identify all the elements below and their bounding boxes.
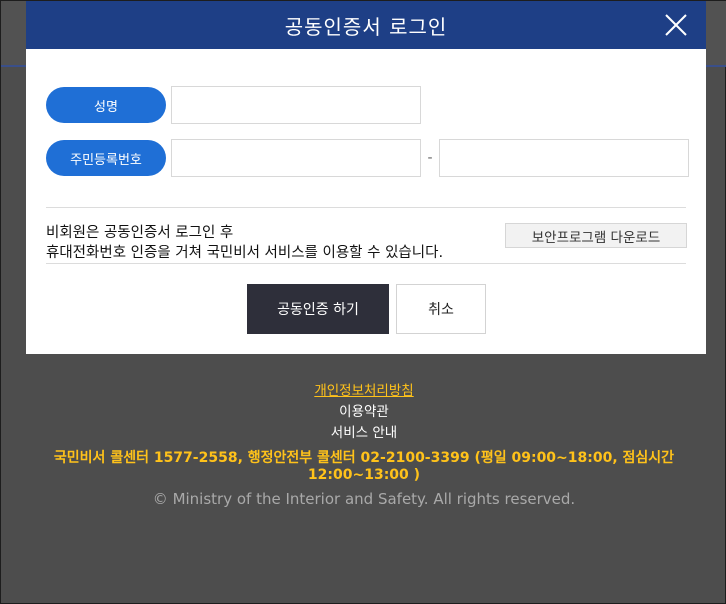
info-line-2: 휴대전화번호 인증을 거쳐 국민비서 서비스를 이용할 수 있습니다.: [46, 245, 444, 261]
name-label: 성명: [46, 87, 166, 123]
rrn-separator: -: [427, 150, 433, 166]
rrn-row: 주민등록번호 -: [46, 139, 689, 177]
privacy-policy-link[interactable]: 개인정보처리방침: [1, 381, 726, 402]
cancel-button[interactable]: 취소: [396, 284, 486, 334]
site-footer: 개인정보처리방침 이용약관 서비스 안내 국민비서 콜센터 1577-2558,…: [1, 381, 726, 508]
divider-top: [46, 207, 686, 208]
rrn-back-input[interactable]: [439, 139, 689, 177]
rrn-label: 주민등록번호: [46, 140, 166, 176]
info-line-1: 비회원은 공동인증서 로그인 후: [46, 225, 234, 241]
security-download-button[interactable]: 보안프로그램 다운로드: [505, 223, 687, 248]
callcenter-info: 국민비서 콜센터 1577-2558, 행정안전부 콜센터 02-2100-33…: [53, 450, 675, 483]
page-backdrop: 공동인증서 로그인 성명 주민등록번호 - 비회원은 공동인증서 로그인 후 휴…: [0, 0, 726, 604]
service-info-link[interactable]: 서비스 안내: [1, 423, 726, 444]
cert-login-modal: 공동인증서 로그인 성명 주민등록번호 - 비회원은 공동인증서 로그인 후 휴…: [26, 1, 706, 354]
name-input[interactable]: [171, 86, 421, 124]
copyright-text: © Ministry of the Interior and Safety. A…: [152, 490, 576, 508]
info-text: 비회원은 공동인증서 로그인 후 휴대전화번호 인증을 거쳐 국민비서 서비스를…: [46, 223, 443, 263]
modal-title: 공동인증서 로그인: [284, 14, 448, 39]
terms-link[interactable]: 이용약관: [1, 402, 726, 423]
close-icon[interactable]: [662, 11, 690, 39]
divider-bottom: [46, 263, 686, 264]
name-row: 성명: [46, 86, 421, 124]
rrn-front-input[interactable]: [171, 139, 421, 177]
cert-login-button[interactable]: 공동인증 하기: [247, 284, 389, 334]
modal-header: 공동인증서 로그인: [26, 1, 706, 49]
